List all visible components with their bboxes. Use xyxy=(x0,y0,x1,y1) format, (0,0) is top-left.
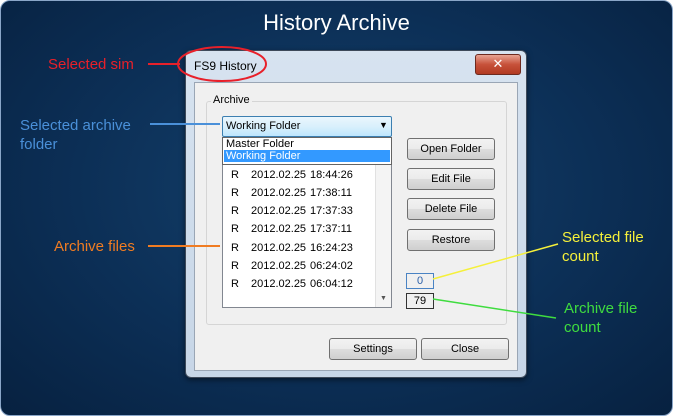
file-list-row[interactable]: R 2012.02.25 17:38:11 xyxy=(223,184,375,202)
file-list-row[interactable]: R 2012.02.25 17:37:33 xyxy=(223,202,375,220)
file-list-row[interactable]: R 2012.02.25 17:37:11 xyxy=(223,220,375,238)
archive-file-count: 79 xyxy=(406,293,434,309)
annotation-selected-file-count: Selected file count xyxy=(562,228,644,266)
fs9-history-dialog: FS9 History ✕ Archive Working Folder ▼ R… xyxy=(185,50,527,378)
dropdown-arrow-icon: ▼ xyxy=(379,120,388,130)
annotation-selected-sim: Selected sim xyxy=(48,55,134,74)
annotation-selected-archive-folder: Selected archive folder xyxy=(20,116,131,154)
annotation-selected-file-count-line2: count xyxy=(562,248,599,265)
annotation-archive-files-text: Archive files xyxy=(54,238,135,255)
file-date-cell: 2012.02.25 xyxy=(251,259,307,272)
page-title: History Archive xyxy=(263,10,410,35)
restore-button[interactable]: Restore xyxy=(407,229,495,251)
annotation-archive-file-count: Archive file count xyxy=(564,299,637,337)
annotation-selected-archive-folder-line2: folder xyxy=(20,136,58,153)
annotation-archive-files: Archive files xyxy=(54,237,135,256)
file-date-cell: 2012.02.25 xyxy=(251,205,307,218)
annotation-archive-file-count-line1: Archive file xyxy=(564,300,638,317)
file-time-cell: 16:24:23 xyxy=(310,241,353,254)
file-list-scrollbar[interactable]: ▼ xyxy=(375,141,391,307)
scroll-down-icon[interactable]: ▼ xyxy=(380,295,387,302)
file-time-cell: 17:37:11 xyxy=(310,223,353,236)
file-list-row[interactable]: R 2012.02.25 06:04:12 xyxy=(223,275,375,293)
selected-file-count: 0 xyxy=(406,273,434,289)
folder-option-master[interactable]: Master Folder xyxy=(224,138,390,150)
archive-group-label: Archive xyxy=(211,94,252,106)
file-type-cell: R xyxy=(231,277,239,290)
file-type-cell: R xyxy=(231,205,239,218)
edit-file-button[interactable]: Edit File xyxy=(407,168,495,190)
file-date-cell: 2012.02.25 xyxy=(251,169,307,182)
annotation-selected-archive-folder-line1: Selected archive xyxy=(20,117,131,134)
file-date-cell: 2012.02.25 xyxy=(251,223,307,236)
annotation-selected-file-count-line1: Selected file xyxy=(562,229,644,246)
open-folder-button[interactable]: Open Folder xyxy=(407,138,495,160)
file-date-cell: 2012.02.25 xyxy=(251,187,307,200)
archive-folder-select[interactable]: Working Folder ▼ xyxy=(222,116,392,137)
file-type-cell: R xyxy=(231,259,239,272)
dialog-client-area: Archive Working Folder ▼ R2012.02.2612:5… xyxy=(194,82,518,371)
file-list-row[interactable]: R 2012.02.25 16:24:23 xyxy=(223,239,375,257)
annotation-selected-sim-text: Selected sim xyxy=(48,56,134,73)
archive-folder-selected: Working Folder xyxy=(226,120,301,132)
file-time-cell: 17:37:33 xyxy=(310,205,353,218)
file-type-cell: R xyxy=(231,241,239,254)
screenshot-stage: History Archive FS9 History ✕ Archive Wo… xyxy=(0,0,673,416)
archive-folder-dropdown[interactable]: Master Folder Working Folder xyxy=(222,137,392,165)
close-button[interactable]: Close xyxy=(421,338,509,360)
file-time-cell: 18:44:26 xyxy=(310,169,353,182)
dialog-title: FS9 History xyxy=(194,59,257,73)
file-date-cell: 2012.02.25 xyxy=(251,241,307,254)
file-time-cell: 06:24:02 xyxy=(310,259,353,272)
annotation-archive-file-count-line2: count xyxy=(564,319,601,336)
window-close-button[interactable]: ✕ xyxy=(475,54,521,75)
settings-button[interactable]: Settings xyxy=(329,338,417,360)
file-type-cell: R xyxy=(231,169,239,182)
file-time-cell: 06:04:12 xyxy=(310,277,353,290)
archive-file-list[interactable]: R2012.02.2612:51:16R2012.02.2612:47:35R2… xyxy=(222,140,392,308)
folder-option-working[interactable]: Working Folder xyxy=(224,150,390,162)
file-date-cell: 2012.02.25 xyxy=(251,277,307,290)
file-list-row[interactable]: R 2012.02.25 06:24:02 xyxy=(223,257,375,275)
file-list-row[interactable]: R 2012.02.25 18:44:26 xyxy=(223,166,375,184)
file-type-cell: R xyxy=(231,187,239,200)
file-type-cell: R xyxy=(231,223,239,236)
delete-file-button[interactable]: Delete File xyxy=(407,198,495,220)
close-icon: ✕ xyxy=(492,56,504,71)
file-time-cell: 17:38:11 xyxy=(310,187,353,200)
